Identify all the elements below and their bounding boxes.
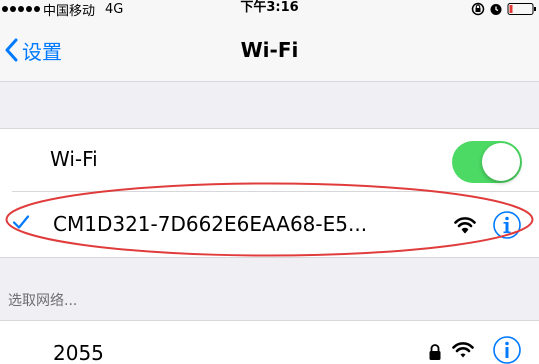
toggle-knob (482, 143, 520, 181)
info-button[interactable] (492, 335, 522, 364)
wifi-group: Wi-Fi CM1D321-7D662E6EAA68-E5... (0, 128, 539, 258)
wifi-settings-screen: 中国移动 4G 下午3:16 设置 Wi-Fi Wi-Fi CM1D321-7D… (0, 0, 539, 364)
wifi-strength-icon (454, 216, 476, 238)
wifi-toggle[interactable] (452, 141, 522, 183)
wifi-strength-icon (452, 341, 474, 363)
page-title: Wi-Fi (240, 38, 299, 62)
rotation-lock-icon (471, 2, 485, 16)
available-networks-group: 2055 (0, 320, 539, 364)
connected-network-row[interactable]: CM1D321-7D662E6EAA68-E5... (0, 192, 539, 259)
status-time: 下午3:16 (240, 0, 299, 15)
info-button[interactable] (492, 210, 522, 240)
alarm-icon (489, 2, 503, 16)
section-header: 选取网络... (8, 293, 78, 309)
wifi-toggle-row: Wi-Fi (0, 129, 539, 191)
network-name: 2055 (53, 341, 104, 364)
navigation-bar: 设置 Wi-Fi (0, 18, 539, 82)
lock-icon (428, 343, 442, 364)
checkmark-icon (12, 214, 30, 234)
battery-icon (507, 2, 539, 16)
network-row[interactable]: 2055 (0, 321, 539, 364)
info-icon (493, 336, 521, 364)
info-icon (493, 211, 521, 239)
wifi-label: Wi-Fi (50, 147, 98, 171)
status-right (471, 1, 539, 17)
status-bar: 中国移动 4G 下午3:16 (0, 0, 539, 19)
network-name: CM1D321-7D662E6EAA68-E5... (53, 212, 368, 236)
